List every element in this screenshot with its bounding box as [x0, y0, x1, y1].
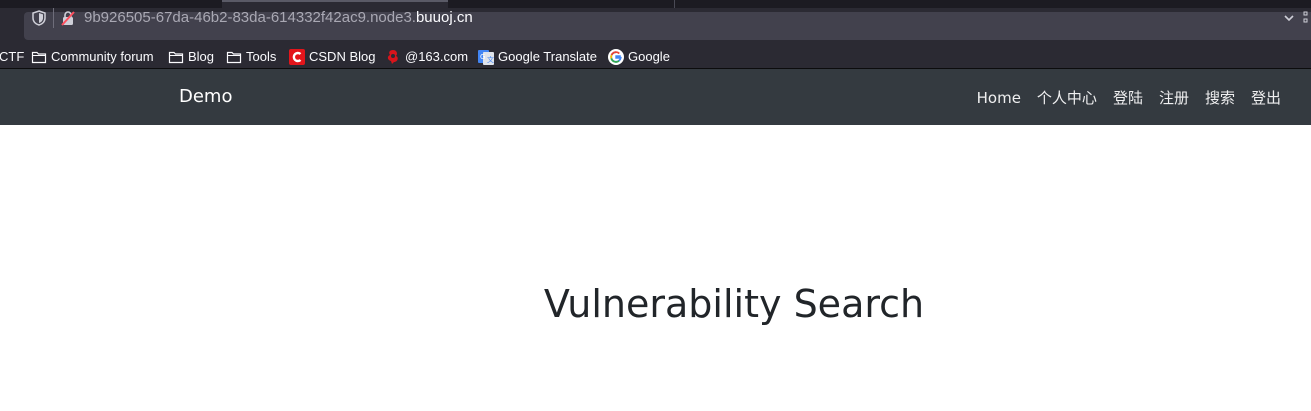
url-domain: buuoj.cn [415, 9, 473, 26]
svg-text:文: 文 [487, 55, 494, 64]
address-bar-separator [53, 8, 54, 28]
bookmark-label: @163.com [405, 49, 469, 64]
bookmark-label: Tools [246, 49, 277, 64]
bookmark-tools[interactable]: Tools [226, 48, 276, 65]
google-logo-icon [608, 48, 624, 65]
nav-link-register[interactable]: 注册 [1151, 87, 1197, 109]
bookmark-csdn-blog[interactable]: CSDN Blog [289, 48, 375, 65]
browser-tab-strip [0, 0, 1311, 8]
navbar-brand[interactable]: Demo [179, 86, 232, 108]
bookmark-google[interactable]: Google [608, 48, 670, 65]
shield-icon[interactable] [32, 10, 46, 26]
svg-text:G: G [480, 53, 485, 61]
bookmarks-toolbar: CTF Community forum Blog Tools CSDN Blog [0, 44, 1311, 69]
bookmark-community-forum[interactable]: Community forum [31, 48, 154, 65]
csdn-logo-icon [289, 48, 305, 65]
folder-icon [31, 51, 47, 63]
google-translate-icon: G 文 [478, 49, 494, 65]
nav-link-login[interactable]: 登陆 [1105, 87, 1151, 109]
bookmark-ctf[interactable]: CTF [0, 48, 24, 65]
nav-link-logout[interactable]: 登出 [1243, 87, 1281, 109]
url-text[interactable]: 9b926505-67da-46b2-83da-614332f42ac9.nod… [84, 9, 473, 27]
url-prefix: 9b926505-67da-46b2-83da-614332f42ac9.nod… [84, 9, 416, 26]
page-action-icon[interactable] [1303, 11, 1311, 25]
active-tab[interactable] [222, 0, 448, 8]
bookmark-label: Google Translate [498, 49, 598, 64]
bookmark-label: Google [628, 49, 670, 64]
bookmark-google-translate[interactable]: G 文 Google Translate [478, 48, 597, 65]
bookmark-163[interactable]: @163.com [385, 48, 468, 65]
nav-link-profile[interactable]: 个人中心 [1029, 87, 1105, 109]
nav-link-home[interactable]: Home [969, 87, 1029, 109]
nav-link-search[interactable]: 搜索 [1197, 87, 1243, 109]
bookmark-blog[interactable]: Blog [168, 48, 214, 65]
site-navbar: Demo Home 个人中心 登陆 注册 搜索 登出 [0, 69, 1311, 125]
bookmark-label: Community forum [51, 49, 154, 64]
folder-icon [168, 51, 184, 63]
bookmark-label: Blog [188, 49, 215, 64]
folder-icon [226, 51, 242, 63]
tab-separator [674, 0, 675, 8]
navbar-links: Home 个人中心 登陆 注册 搜索 登出 [969, 87, 1281, 109]
bookmark-label: CTF [0, 49, 25, 64]
chevron-down-icon[interactable] [1283, 12, 1295, 24]
bookmark-label: CSDN Blog [309, 49, 376, 64]
netease-logo-icon [387, 49, 398, 64]
page-heading: Vulnerability Search [543, 282, 925, 326]
insecure-lock-icon[interactable] [60, 10, 76, 26]
